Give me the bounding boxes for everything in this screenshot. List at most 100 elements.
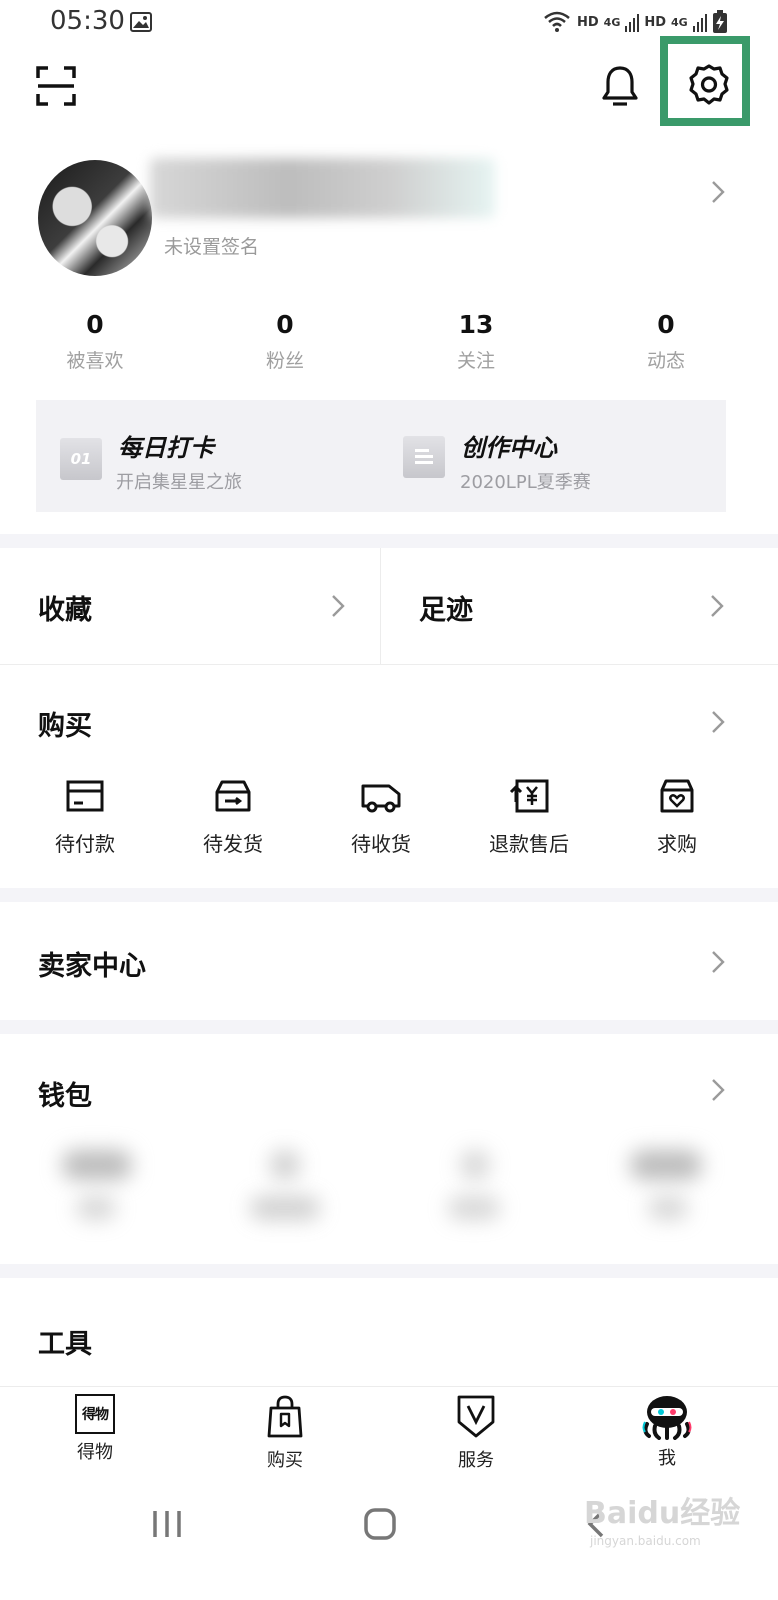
stat-following-value: 13 [458, 310, 494, 339]
nav-me-label: 我 [658, 1448, 676, 1469]
refund-icon [509, 779, 549, 813]
wallet-value-blurred [62, 1150, 132, 1180]
shopping-bag-icon [267, 1395, 303, 1438]
promo-creation-subtitle: 2020LPL夏季赛 [460, 472, 591, 493]
nav-service[interactable]: 服务 [421, 1394, 531, 1472]
footprints-label: 足迹 [419, 595, 473, 626]
stat-posts-value: 0 [657, 310, 675, 339]
wallet-row[interactable]: 钱包 [0, 1034, 778, 1144]
stat-fans-value: 0 [276, 310, 294, 339]
nav-buy-label: 购买 [267, 1450, 303, 1471]
tools-row[interactable]: 工具 [0, 1278, 778, 1386]
bell-icon [602, 66, 638, 106]
wallet-label-blurred [648, 1196, 688, 1220]
bag-heart-icon [660, 779, 694, 813]
wallet-value-blurred [270, 1150, 300, 1180]
nav-dewu[interactable]: 得物 得物 [40, 1394, 150, 1464]
network-4g-label: 4G [603, 15, 621, 29]
notifications-button[interactable] [596, 62, 644, 110]
network-hd-label-2: HD [644, 14, 667, 30]
wallet-label-blurred [448, 1196, 500, 1220]
order-pending-shipment[interactable]: 待发货 [168, 778, 298, 857]
profile-chevron-right-icon[interactable] [706, 178, 730, 206]
signal-icon-2 [692, 14, 707, 32]
promo-daily-subtitle: 开启集星星之旅 [116, 472, 242, 493]
seller-center-title: 卖家中心 [38, 951, 146, 982]
stat-posts-label: 动态 [646, 350, 685, 372]
image-notification-icon [130, 12, 152, 32]
wallet-value-blurred [630, 1150, 702, 1180]
promo-daily-checkin[interactable]: 01 每日打卡 开启集星星之旅 [36, 400, 381, 512]
favorites-row[interactable]: 收藏 [0, 548, 380, 664]
order-wanted[interactable]: 求购 [612, 778, 742, 857]
wallet-label-blurred [250, 1196, 320, 1220]
network-4g-label-2: 4G [671, 15, 688, 29]
seller-center-row[interactable]: 卖家中心 [0, 902, 778, 1020]
stat-fans[interactable]: 0 粉丝 [215, 308, 355, 373]
avatar[interactable] [38, 160, 152, 276]
settings-button[interactable] [684, 60, 734, 110]
tools-title: 工具 [38, 1329, 92, 1360]
stat-likes-label: 被喜欢 [66, 350, 124, 372]
username-blurred[interactable] [150, 158, 495, 218]
scan-button[interactable] [34, 64, 78, 108]
calendar-icon: 01 [60, 438, 102, 480]
wallet-title: 钱包 [38, 1081, 92, 1112]
nav-dewu-label: 得物 [77, 1442, 113, 1463]
promo-creation-title: 创作中心 [461, 434, 557, 462]
seller-chevron-right-icon [712, 951, 725, 973]
promo-daily-title: 每日打卡 [118, 434, 214, 462]
horizontal-divider [0, 664, 778, 665]
nav-buy[interactable]: 购买 [230, 1394, 340, 1472]
nav-service-label: 服务 [458, 1450, 494, 1471]
favorites-label: 收藏 [38, 595, 92, 626]
order-refund-aftersale[interactable]: 退款售后 [464, 778, 594, 857]
gear-icon [689, 64, 729, 105]
stat-likes[interactable]: 0 被喜欢 [25, 308, 165, 373]
stat-following-label: 关注 [456, 350, 495, 372]
footprints-row[interactable]: 足迹 [381, 548, 778, 664]
section-divider [0, 1020, 778, 1034]
purchase-title: 购买 [38, 711, 92, 742]
purchase-header[interactable]: 购买 [0, 666, 778, 778]
stat-fans-label: 粉丝 [265, 350, 304, 372]
network-hd-label: HD [577, 14, 599, 30]
card-icon [66, 780, 104, 812]
order-wanted-label: 求购 [657, 832, 697, 856]
home-icon[interactable] [362, 1506, 398, 1542]
order-pending-payment[interactable]: 待付款 [20, 778, 150, 857]
status-time: 05:30 [50, 6, 125, 36]
footprints-chevron-right-icon [711, 595, 724, 617]
wifi-icon [544, 11, 570, 32]
recent-apps-icon[interactable] [150, 1508, 184, 1540]
calendar-icon-text: 01 [70, 450, 92, 468]
stat-posts[interactable]: 0 动态 [596, 308, 736, 373]
octopus-avatar-icon [642, 1396, 692, 1440]
document-icon [403, 436, 445, 478]
truck-icon [361, 784, 401, 813]
stat-likes-value: 0 [86, 310, 104, 339]
section-divider [0, 888, 778, 902]
order-pending-shipment-label: 待发货 [203, 832, 263, 856]
nav-me[interactable]: 我 [612, 1394, 722, 1470]
box-icon [215, 780, 251, 812]
shield-v-icon [457, 1395, 495, 1438]
order-pending-receipt-label: 待收货 [351, 832, 411, 856]
section-divider [0, 1264, 778, 1278]
signal-icon [625, 14, 640, 32]
stat-following[interactable]: 13 关注 [406, 308, 546, 373]
promo-creation-center[interactable]: 创作中心 2020LPL夏季赛 [381, 400, 726, 512]
wallet-chevron-right-icon [712, 1079, 725, 1101]
order-pending-receipt[interactable]: 待收货 [316, 778, 446, 857]
baidu-watermark-url: jingyan.baidu.com [590, 1534, 701, 1548]
wallet-label-blurred [76, 1196, 116, 1220]
battery-charging-icon [712, 10, 727, 33]
favorites-chevron-right-icon [332, 595, 345, 617]
dewu-logo-icon: 得物 [75, 1394, 115, 1434]
dewu-logo-text: 得物 [82, 1407, 109, 1423]
order-pending-payment-label: 待付款 [55, 832, 115, 856]
section-divider [0, 534, 778, 548]
purchase-chevron-right-icon [712, 711, 725, 733]
status-icons: HD 4G HD 4G [542, 8, 728, 36]
wallet-value-blurred [460, 1150, 490, 1180]
